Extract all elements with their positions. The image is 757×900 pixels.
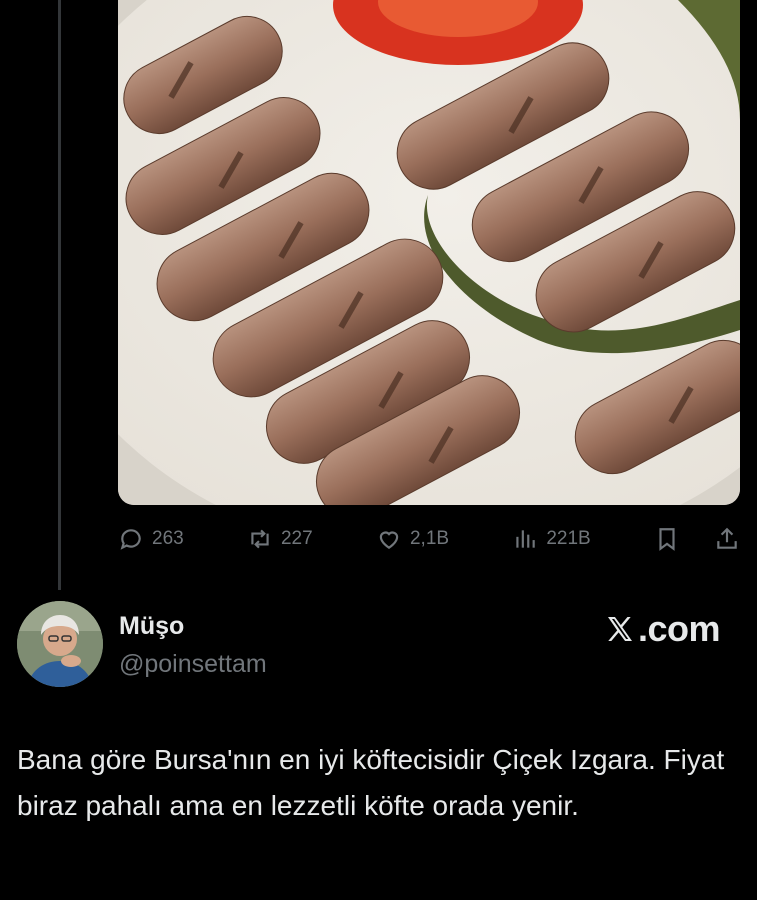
views-button[interactable]: 221B — [512, 526, 591, 552]
bar-chart-icon — [516, 530, 536, 548]
avatar[interactable] — [17, 601, 103, 687]
like-button[interactable]: 2,1B — [376, 526, 449, 552]
author-handle[interactable]: @poinsettam — [119, 650, 267, 679]
tweet-media-image[interactable] — [118, 0, 740, 505]
heart-icon — [379, 531, 399, 549]
brand-text: .com — [637, 608, 721, 649]
tweet-text: Bana göre Bursa'nın en iyi köftecisidir … — [17, 744, 725, 821]
author-name[interactable]: Müşo — [119, 612, 184, 641]
x-logo-icon — [607, 617, 632, 641]
repost-button[interactable]: 227 — [247, 526, 313, 552]
secondary-actions — [654, 526, 740, 552]
repost-arrows-icon — [251, 529, 269, 549]
share-upload-icon — [717, 527, 737, 549]
tweet-action-bar: 263 227 2,1B 221B — [118, 522, 740, 556]
reply-button[interactable]: 263 — [118, 526, 184, 552]
views-count: 221B — [546, 528, 591, 549]
reply-count: 263 — [152, 528, 184, 549]
x-com-watermark: .com — [604, 608, 721, 650]
bookmark-icon — [659, 528, 675, 551]
repost-count: 227 — [280, 528, 313, 549]
thread-connector-line — [58, 0, 61, 590]
like-count: 2,1B — [409, 528, 450, 549]
share-button[interactable] — [714, 526, 740, 552]
bookmark-button[interactable] — [654, 526, 680, 552]
speech-bubble-icon — [120, 529, 141, 550]
